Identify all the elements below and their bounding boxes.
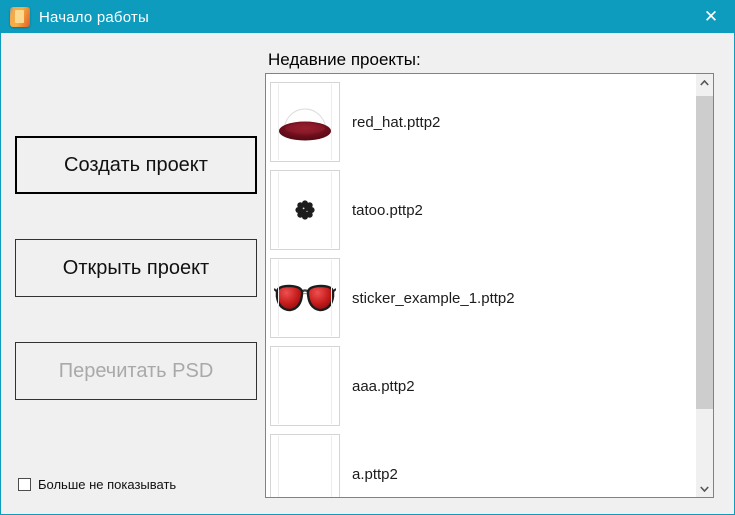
list-item[interactable]: red_hat.pttp2 bbox=[266, 78, 696, 166]
window-title: Начало работы bbox=[39, 8, 149, 26]
scroll-up-arrow-icon[interactable] bbox=[696, 74, 713, 91]
thumbnail-tattoo-flower[interactable] bbox=[270, 170, 340, 250]
file-name: aaa.pttp2 bbox=[352, 377, 415, 395]
checkbox-box[interactable] bbox=[18, 478, 31, 491]
reread-psd-button: Перечитать PSD bbox=[15, 342, 257, 400]
vertical-scrollbar[interactable] bbox=[696, 74, 713, 497]
file-name: tatoo.pttp2 bbox=[352, 201, 423, 219]
open-project-button[interactable]: Открыть проект bbox=[15, 239, 257, 297]
recent-projects-list: red_hat.pttp2 tatoo.pttp2 sticker_exampl… bbox=[265, 73, 714, 498]
list-item[interactable]: sticker_example_1.pttp2 bbox=[266, 254, 696, 342]
close-icon[interactable]: ✕ bbox=[688, 1, 734, 33]
file-name: red_hat.pttp2 bbox=[352, 113, 441, 131]
dont-show-again-checkbox[interactable]: Больше не показывать bbox=[18, 477, 176, 492]
file-name: sticker_example_1.pttp2 bbox=[352, 289, 515, 307]
scroll-down-arrow-icon[interactable] bbox=[696, 480, 713, 497]
thumbnail-empty[interactable] bbox=[270, 434, 340, 497]
thumbnail-red-sunglasses[interactable] bbox=[270, 258, 340, 338]
getting-started-dialog: Начало работы ✕ Создать проект Открыть п… bbox=[0, 0, 735, 515]
file-name: a.pttp2 bbox=[352, 465, 398, 483]
app-icon bbox=[10, 7, 30, 27]
recent-projects-header: Недавние проекты: bbox=[268, 50, 421, 69]
thumbnail-empty[interactable] bbox=[270, 346, 340, 426]
titlebar: Начало работы ✕ bbox=[1, 1, 734, 33]
checkbox-label: Больше не показывать bbox=[38, 477, 177, 492]
list-item[interactable]: tatoo.pttp2 bbox=[266, 166, 696, 254]
list-item[interactable]: aaa.pttp2 bbox=[266, 342, 696, 430]
thumbnail-red-hat[interactable] bbox=[270, 82, 340, 162]
list-item[interactable]: a.pttp2 bbox=[266, 430, 696, 497]
scrollbar-thumb[interactable] bbox=[696, 96, 713, 409]
create-project-button[interactable]: Создать проект bbox=[15, 136, 257, 194]
